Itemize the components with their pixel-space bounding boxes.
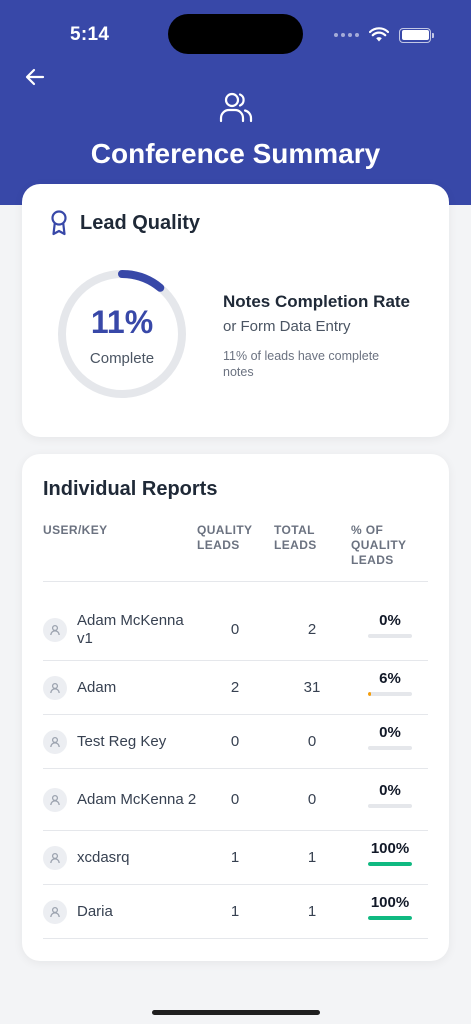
back-arrow-icon [25, 68, 45, 86]
rate-title: Notes Completion Rate [223, 292, 411, 311]
user-avatar [43, 900, 67, 924]
lead-quality-title: Lead Quality [80, 211, 201, 234]
completion-label: Complete [89, 350, 155, 367]
completion-ring: 11% Complete [52, 264, 192, 404]
cellular-signal-icon [334, 33, 359, 37]
percent-quality-bar [368, 804, 412, 808]
user-name: xcdasrq [77, 849, 130, 866]
user-icon [50, 624, 60, 636]
lead-quality-header: Lead Quality [50, 210, 200, 236]
user-avatar [43, 618, 67, 642]
user-avatar [43, 788, 67, 812]
percent-quality-bar [368, 916, 412, 920]
user-icon [50, 906, 60, 918]
percent-quality-bar-fill [368, 916, 412, 920]
table-row[interactable]: xcdasrq 1 1 100% [43, 831, 428, 885]
column-header-quality-leads: QUALITY LEADS [197, 523, 253, 552]
total-leads-value: 2 [307, 621, 317, 638]
table-row[interactable]: Adam 2 31 6% [43, 661, 428, 715]
percent-quality-value: 0% [379, 612, 401, 629]
award-ribbon-icon [51, 210, 67, 236]
column-header-user: USER/KEY [43, 523, 108, 537]
percent-quality-value: 0% [379, 782, 401, 799]
completion-percent: 11% [90, 304, 154, 340]
table-header-divider [43, 581, 428, 582]
user-name: Adam McKenna 2 [77, 791, 197, 808]
page-title: Conference Summary [90, 138, 381, 169]
individual-reports-card: Individual Reports USER/KEY QUALITY LEAD… [22, 454, 449, 961]
status-time: 5:14 [70, 24, 110, 45]
user-icon [50, 794, 60, 806]
wifi-icon [369, 27, 389, 42]
total-leads-value: 1 [307, 903, 317, 920]
percent-quality-bar [368, 862, 412, 866]
user-icon [50, 682, 60, 694]
battery-icon [399, 27, 434, 43]
total-leads-value: 1 [307, 849, 317, 866]
column-header-total-leads: TOTAL LEADS [274, 523, 317, 552]
percent-quality-value: 0% [379, 724, 401, 741]
column-header-percent-quality: % OF QUALITY LEADS [351, 523, 407, 567]
quality-leads-value: 1 [230, 903, 240, 920]
status-icons [334, 24, 434, 46]
reports-title: Individual Reports [43, 478, 218, 500]
percent-quality-bar-fill [368, 692, 371, 696]
percent-quality-bar [368, 692, 412, 696]
user-name: Test Reg Key [77, 733, 167, 750]
user-name: Adam [77, 679, 117, 696]
total-leads-value: 0 [307, 791, 317, 808]
quality-leads-value: 0 [230, 733, 240, 750]
header: 5:14 Conference Summary [0, 0, 471, 205]
table-row[interactable]: Adam McKenna 2 0 0 0% [43, 769, 428, 831]
user-avatar [43, 676, 67, 700]
percent-quality-bar [368, 634, 412, 638]
total-leads-value: 31 [303, 679, 321, 696]
rate-description: 11% of leads have complete notes [223, 349, 380, 379]
rate-subtitle: or Form Data Entry [223, 318, 351, 335]
percent-quality-value: 100% [370, 840, 410, 857]
home-indicator [152, 1010, 320, 1015]
quality-leads-value: 0 [230, 621, 240, 638]
back-button[interactable] [20, 62, 50, 92]
percent-quality-value: 100% [370, 894, 410, 911]
percent-quality-value: 6% [379, 670, 401, 687]
lead-quality-card: Lead Quality 11% Complete Notes Completi… [22, 184, 449, 437]
user-name: Daria [77, 903, 113, 920]
user-icon [50, 852, 60, 864]
percent-quality-bar [368, 746, 412, 750]
table-row[interactable]: Test Reg Key 0 0 0% [43, 715, 428, 769]
quality-leads-value: 0 [230, 791, 240, 808]
table-row[interactable]: Adam McKenna v1 0 2 0% [43, 599, 428, 661]
user-icon [50, 736, 60, 748]
percent-quality-bar-fill [368, 862, 412, 866]
user-name: Adam McKenna v1 [77, 612, 184, 647]
quality-leads-value: 2 [230, 679, 240, 696]
users-icon [219, 92, 253, 123]
table-row[interactable]: Daria 1 1 100% [43, 885, 428, 939]
total-leads-value: 0 [307, 733, 317, 750]
dynamic-island [168, 14, 303, 54]
user-avatar [43, 730, 67, 754]
quality-leads-value: 1 [230, 849, 240, 866]
user-avatar [43, 846, 67, 870]
